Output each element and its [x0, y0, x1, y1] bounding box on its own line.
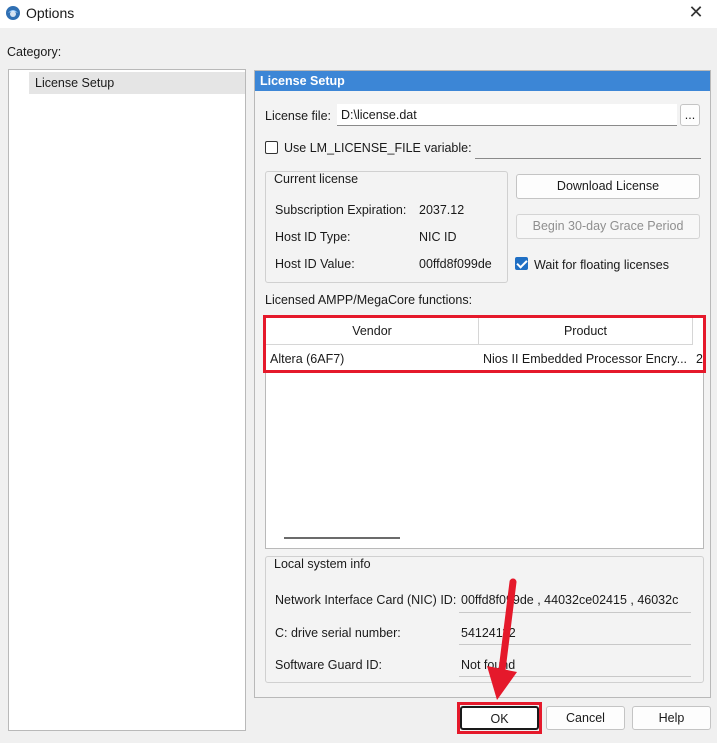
grace-period-button[interactable]: Begin 30-day Grace Period	[516, 214, 700, 239]
category-label: Category:	[7, 45, 62, 59]
help-button[interactable]: Help	[632, 706, 711, 730]
category-item-license-setup[interactable]: License Setup	[29, 72, 245, 94]
highlight-box	[263, 315, 706, 373]
app-icon	[6, 6, 20, 20]
host-id-type-value: NIC ID	[419, 230, 457, 244]
license-setup-panel: License Setup License file: ... Use LM_L…	[254, 70, 711, 698]
license-file-label: License file:	[265, 109, 332, 123]
close-icon[interactable]: ✕	[686, 2, 706, 22]
panel-header: License Setup	[255, 71, 710, 91]
ok-highlight-box	[457, 702, 542, 734]
lm-license-input[interactable]	[475, 158, 701, 159]
download-license-button[interactable]: Download License	[516, 174, 700, 199]
ampp-label: Licensed AMPP/MegaCore functions:	[265, 293, 473, 307]
category-tree[interactable]: License Setup	[8, 69, 246, 731]
lm-license-checkbox[interactable]	[265, 141, 278, 154]
host-id-value-label: Host ID Value:	[275, 257, 355, 271]
horizontal-scrollbar[interactable]	[284, 537, 400, 539]
host-id-value-value: 00ffd8f099de	[419, 257, 492, 271]
red-arrow-icon	[487, 578, 517, 700]
drive-serial-label: C: drive serial number:	[275, 626, 401, 640]
window-title: Options	[26, 5, 75, 21]
current-license-title: Current license	[272, 172, 361, 186]
nic-id-label: Network Interface Card (NIC) ID:	[275, 593, 457, 607]
wait-floating-label: Wait for floating licenses	[534, 258, 670, 272]
subscription-expiration-value: 2037.12	[419, 203, 465, 217]
title-bar: Options ✕	[0, 0, 717, 28]
cancel-button[interactable]: Cancel	[546, 706, 625, 730]
options-dialog: Options ✕ Category: License Setup Licens…	[0, 0, 717, 743]
category-item-label: License Setup	[35, 76, 115, 90]
subscription-expiration-label: Subscription Expiration:	[275, 203, 407, 217]
lm-license-label: Use LM_LICENSE_FILE variable:	[284, 141, 472, 155]
wait-floating-checkbox[interactable]	[515, 257, 528, 270]
software-guard-label: Software Guard ID:	[275, 658, 382, 672]
local-system-info-title: Local system info	[272, 557, 373, 571]
license-file-input[interactable]	[337, 104, 677, 126]
host-id-type-label: Host ID Type:	[275, 230, 351, 244]
panel-title: License Setup	[260, 74, 345, 88]
browse-button[interactable]: ...	[680, 104, 700, 126]
